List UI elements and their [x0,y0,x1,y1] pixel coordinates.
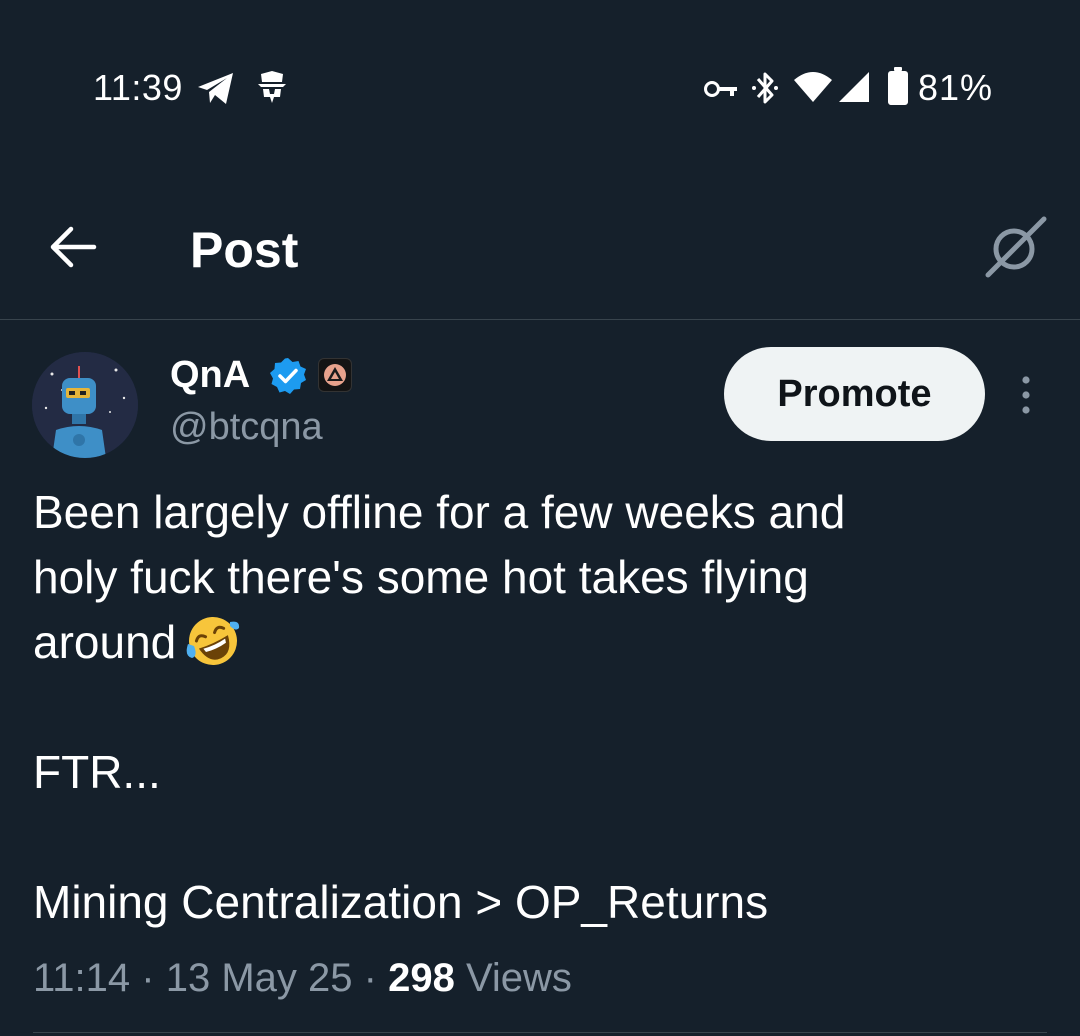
post-text-line: holy fuck there's some hot takes flying [33,551,809,603]
bluetooth-icon [752,72,778,104]
more-options-icon[interactable] [1012,374,1040,416]
rolling-on-floor-laughing-emoji-icon [186,617,240,665]
separator-dot: · [363,956,377,1000]
battery-percentage: 81% [918,67,994,108]
grok-icon[interactable] [984,216,1048,278]
post-date[interactable]: 13 May 25 [166,956,353,1000]
affiliate-logo-icon [324,364,346,386]
views-label[interactable]: Views [466,956,572,1000]
incognito-icon [258,71,286,103]
robot-avatar-image [32,352,138,458]
post-metadata: 11:14 · 13 May 25 · 298 Views [33,952,572,1004]
post-text-blank-line [33,675,1043,740]
post-text: Been largely offline for a few weeks and… [33,480,1043,935]
author-display-name[interactable]: QnA [170,352,250,398]
telegram-icon [198,73,233,104]
views-count[interactable]: 298 [388,956,455,1000]
key-icon [704,81,737,97]
page-title: Post [190,222,299,278]
post-text-line-with-emoji: around [33,610,1043,675]
avatar[interactable] [32,352,138,458]
wifi-icon [794,72,832,102]
arrow-left-icon[interactable] [48,224,98,270]
status-bar: 11:39 81% [0,0,1080,176]
separator-dot: · [141,956,155,1000]
verified-badge-icon[interactable] [269,357,307,395]
post-time[interactable]: 11:14 [33,956,130,1000]
battery-icon [888,67,908,105]
signal-icon [839,72,869,102]
divider [33,1032,1047,1033]
post-text-line: around [33,616,177,668]
post-text-line: Mining Centralization > OP_Returns [33,876,769,928]
status-time: 11:39 [93,67,183,108]
post-text-blank-line [33,805,1043,870]
post-text-line: FTR... [33,746,161,798]
post-text-line: Been largely offline for a few weeks and [33,486,846,538]
affiliate-badge[interactable] [318,358,352,392]
top-app-bar: Post [0,176,1080,320]
author-handle[interactable]: @btcqna [170,404,323,450]
promote-button[interactable]: Promote [724,347,985,441]
